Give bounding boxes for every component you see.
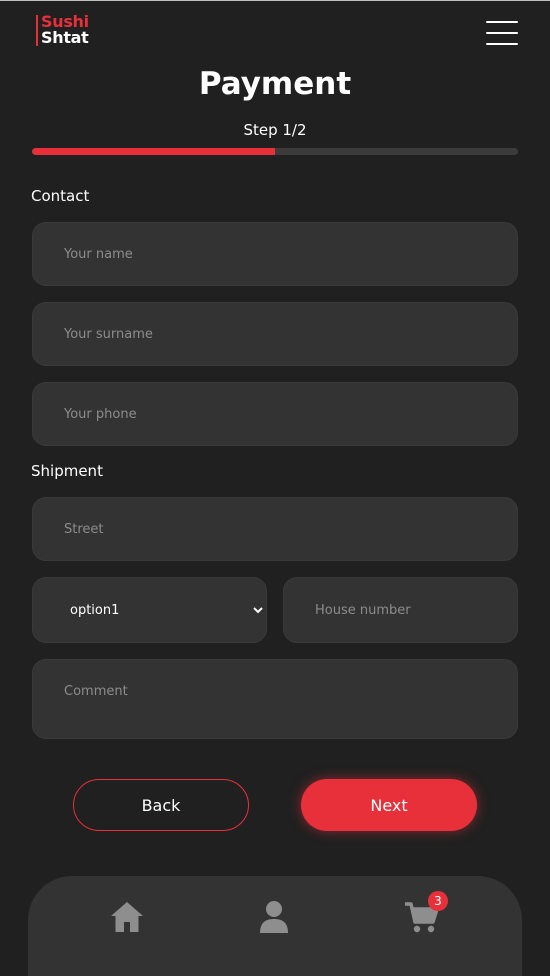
cart-count-badge: 3 bbox=[428, 891, 448, 911]
step-indicator: Step 1/2 bbox=[243, 121, 307, 139]
contact-section-title: Contact bbox=[31, 187, 90, 205]
logo-accent-bar bbox=[36, 15, 38, 46]
house-number-input[interactable] bbox=[283, 577, 518, 643]
user-icon bbox=[260, 901, 288, 933]
menu-line bbox=[486, 43, 518, 45]
back-button[interactable]: Back bbox=[73, 779, 249, 831]
progress-bar bbox=[32, 148, 518, 155]
city-select[interactable]: option1 bbox=[32, 577, 267, 643]
nav-profile[interactable] bbox=[254, 898, 294, 938]
street-input[interactable] bbox=[32, 497, 518, 561]
shipment-section-title: Shipment bbox=[31, 462, 103, 480]
phone-input[interactable] bbox=[32, 382, 518, 446]
logo-line-2: Shtat bbox=[41, 28, 89, 47]
top-border bbox=[0, 0, 550, 1]
surname-input[interactable] bbox=[32, 302, 518, 366]
comment-field[interactable] bbox=[32, 659, 518, 739]
next-button[interactable]: Next bbox=[301, 779, 477, 831]
brand-logo[interactable]: Sushi Shtat bbox=[36, 14, 96, 48]
progress-fill bbox=[32, 148, 275, 155]
hamburger-menu-icon[interactable] bbox=[486, 20, 518, 46]
menu-line bbox=[486, 21, 518, 23]
nav-cart[interactable]: 3 bbox=[404, 891, 448, 938]
page-title: Payment bbox=[198, 66, 352, 102]
bottom-navigation: 3 bbox=[28, 876, 522, 976]
nav-home[interactable] bbox=[108, 898, 148, 938]
menu-line bbox=[486, 32, 518, 34]
name-input[interactable] bbox=[32, 222, 518, 286]
home-icon bbox=[111, 902, 143, 932]
